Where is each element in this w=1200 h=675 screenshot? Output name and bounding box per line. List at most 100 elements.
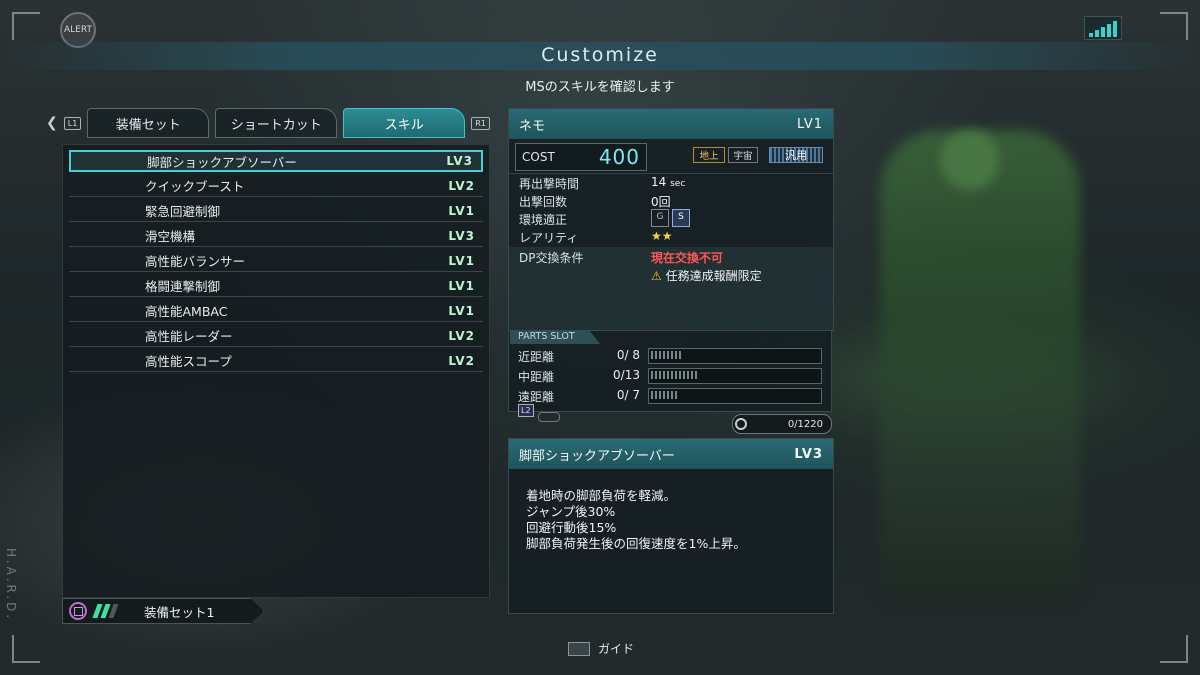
skill-list: 脚部ショックアブソーバー LV3 クイックブースト LV2 緊急回避制御 LV1 滑空… — [62, 144, 490, 598]
cost-box: COST 400 — [515, 143, 647, 171]
parts-capacity-bar — [648, 388, 822, 404]
stat-label: 環境適正 — [519, 213, 568, 227]
skill-row[interactable]: 高性能スコープ LV2 — [69, 350, 483, 372]
skill-level: LV2 — [448, 353, 475, 368]
frame-corner-top-left — [12, 12, 40, 40]
stat-label: 出撃回数 — [519, 195, 568, 209]
space-env-icon: S — [672, 209, 690, 227]
dp-note: 任務達成報酬限定 — [665, 269, 762, 283]
skill-name: 高性能レーダー — [145, 329, 233, 344]
skill-level: LV3 — [446, 154, 473, 168]
skill-row[interactable]: クイックブースト LV2 — [69, 175, 483, 197]
skill-row[interactable]: 格闘連撃制御 LV1 — [69, 275, 483, 297]
alert-label: ALERT — [64, 25, 92, 35]
skill-name: 滑空機構 — [145, 229, 196, 244]
tab-bar: ❮ L1 装備セット ショートカット スキル R1 — [46, 108, 490, 138]
frame-corner-bottom-left — [12, 635, 40, 663]
mobile-suit-render — [880, 130, 1080, 600]
env-tag-ground: 地上 — [693, 147, 725, 163]
env-icons: G S — [651, 209, 690, 227]
loadout-bars — [92, 604, 119, 618]
skill-description: 着地時の脚部負荷を軽減。 ジャンプ後30% 回避行動後15% 脚部負荷発生後の回… — [526, 488, 746, 552]
parts-capacity-bar — [648, 368, 822, 384]
dp-note-row: ⚠ 任務達成報酬限定 — [651, 267, 762, 284]
ms-level: LV1 — [797, 116, 823, 132]
ms-name: ネモ — [519, 118, 546, 134]
skill-level: LV2 — [448, 328, 475, 343]
ground-env-icon: G — [651, 209, 669, 227]
cost-label: COST — [522, 150, 555, 164]
skill-level: LV1 — [448, 303, 475, 318]
parts-row-label: 遠距離 — [518, 390, 555, 404]
loadout-label: 装備セット1 — [144, 604, 215, 620]
stat-value: 0回 — [651, 195, 671, 209]
tab-skills[interactable]: スキル — [343, 108, 466, 138]
tab-label: スキル — [384, 117, 424, 133]
skill-name: 高性能バランサー — [145, 254, 246, 269]
parts-row-label: 中距離 — [518, 370, 555, 384]
skill-name: 高性能スコープ — [145, 354, 232, 369]
description-line: ジャンプ後30% — [526, 504, 616, 519]
page-subtitle: MSのスキルを確認します — [525, 80, 675, 95]
signal-strength-icon — [1084, 16, 1122, 40]
skill-row[interactable]: 高性能AMBAC LV1 — [69, 300, 483, 322]
skill-name: 格闘連撃制御 — [145, 279, 221, 294]
respawn-value: 14 — [651, 175, 667, 189]
tab-shortcut[interactable]: ショートカット — [215, 108, 338, 138]
skill-row[interactable]: 脚部ショックアブソーバー LV3 — [69, 150, 483, 172]
skill-row[interactable]: 高性能レーダー LV2 — [69, 325, 483, 347]
parts-row-label: 近距離 — [518, 350, 555, 364]
env-tag-space: 宇宙 — [728, 147, 758, 163]
parts-slot-panel: PARTS SLOT 近距離 0/ 8 中距離 0/13 遠距離 0/ 7 — [508, 330, 832, 412]
l1-button-icon[interactable]: L1 — [63, 116, 82, 130]
side-text: H.A.R.D. — [4, 548, 18, 622]
skill-detail-header: 脚部ショックアブソーバー LV3 — [509, 439, 833, 469]
toggle-icon[interactable] — [538, 412, 560, 422]
skill-row[interactable]: 高性能バランサー LV1 — [69, 250, 483, 272]
cost-value: 400 — [598, 145, 640, 169]
parts-row-value: 0/13 — [613, 368, 640, 382]
description-line: 回避行動後15% — [526, 520, 617, 535]
skill-name: 高性能AMBAC — [145, 304, 228, 319]
description-line: 着地時の脚部負荷を軽減。 — [526, 488, 677, 503]
skill-name: 緊急回避制御 — [145, 204, 221, 219]
stat-label: 再出撃時間 — [519, 177, 580, 191]
tab-loadout[interactable]: 装備セット — [87, 108, 210, 138]
skill-row[interactable]: 滑空機構 LV3 — [69, 225, 483, 247]
skill-detail-level: LV3 — [794, 446, 823, 462]
parts-row-value: 0/ 7 — [616, 388, 640, 402]
skill-level: LV1 — [448, 278, 475, 293]
mobile-suit-head — [940, 130, 1000, 190]
frame-corner-bottom-right — [1160, 635, 1188, 663]
guide-hint[interactable]: ガイド — [568, 640, 634, 657]
skill-name: 脚部ショックアブソーバー — [147, 154, 297, 170]
frame-corner-top-right — [1160, 12, 1188, 40]
parts-row-value: 0/ 8 — [616, 348, 640, 362]
dp-status: 現在交換不可 — [651, 251, 724, 265]
guide-label: ガイド — [598, 642, 635, 656]
skill-row[interactable]: 緊急回避制御 LV1 — [69, 200, 483, 222]
parts-slot-title: PARTS SLOT — [510, 330, 600, 344]
skill-level: LV3 — [448, 228, 475, 243]
skill-level: LV1 — [448, 203, 475, 218]
env-tag-general: 汎用 — [769, 147, 823, 163]
tab-label: 装備セット — [115, 117, 181, 133]
page-title: Customize — [541, 44, 659, 66]
stat-value: 14 sec — [651, 175, 685, 189]
l2-button-icon[interactable]: L2 — [518, 404, 534, 417]
parts-capacity-bar — [648, 348, 822, 364]
ms-header: ネモ LV1 — [509, 109, 833, 139]
rarity-stars: ★★ — [651, 229, 673, 243]
chevron-left-icon[interactable]: ❮ — [46, 115, 58, 131]
tab-label: ショートカット — [230, 117, 322, 133]
r1-button-icon[interactable]: R1 — [471, 116, 490, 130]
skill-level: LV1 — [448, 253, 475, 268]
warning-icon: ⚠ — [651, 269, 662, 283]
wrench-icon — [735, 418, 747, 430]
skill-name: クイックブースト — [145, 179, 245, 194]
loadout-indicator[interactable]: 装備セット1 — [62, 598, 264, 624]
parts-counter: 0/1220 — [732, 414, 832, 434]
description-line: 脚部負荷発生後の回復速度を1%上昇。 — [526, 536, 746, 551]
respawn-unit: sec — [670, 179, 686, 189]
square-button-icon — [69, 602, 87, 620]
